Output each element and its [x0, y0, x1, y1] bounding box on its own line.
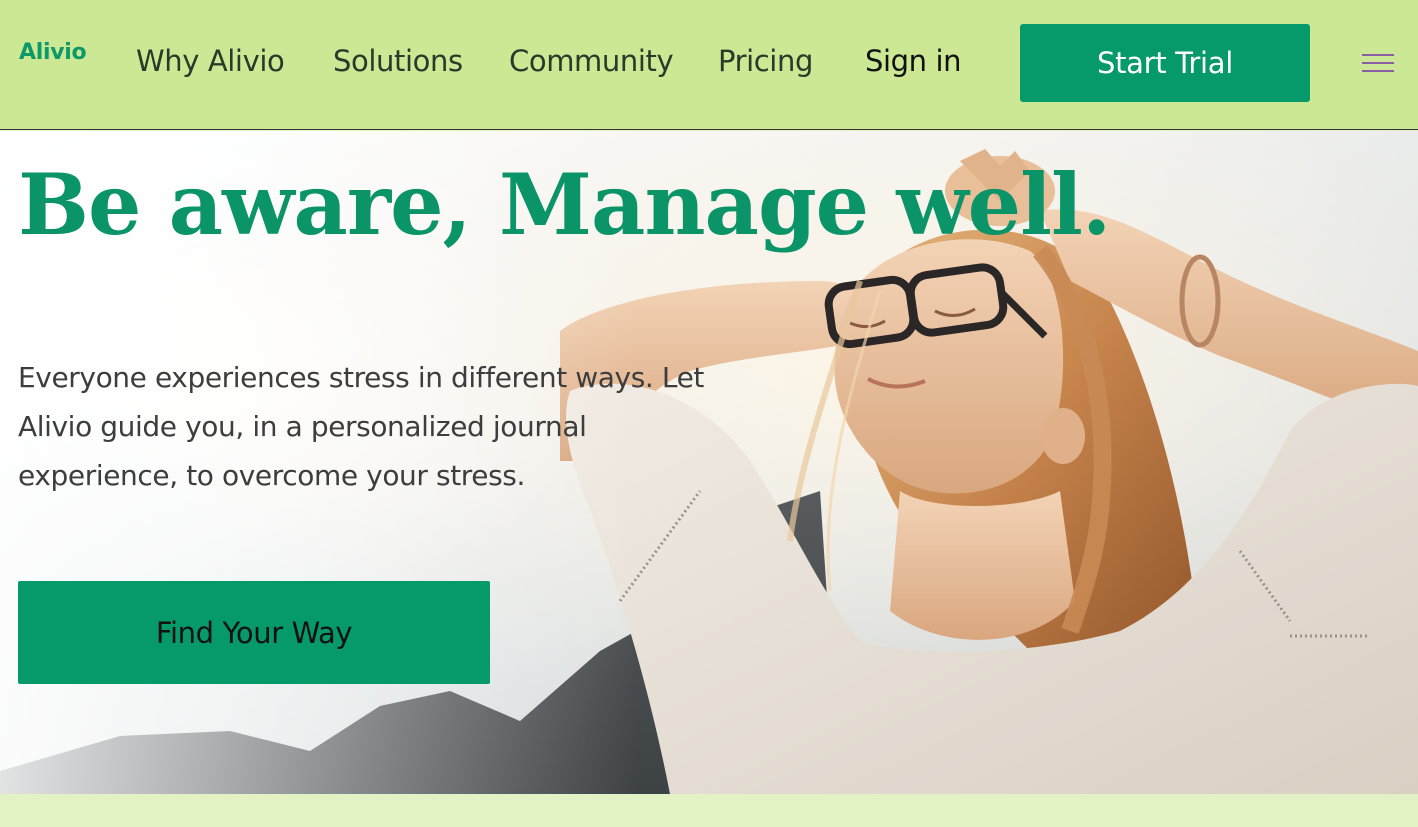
hero-title: Be aware, Manage well. [18, 155, 1111, 254]
hero-section: Be aware, Manage well. Everyone experien… [0, 131, 1418, 794]
nav-solutions[interactable]: Solutions [333, 44, 463, 78]
logo[interactable]: Alivio [19, 40, 87, 65]
menu-bar [1362, 54, 1394, 56]
nav-community[interactable]: Community [509, 44, 674, 78]
hero-description: Everyone experiences stress in different… [18, 361, 705, 492]
find-your-way-button[interactable]: Find Your Way [18, 581, 490, 684]
menu-bar [1362, 70, 1394, 72]
bottom-strip [0, 794, 1418, 827]
hamburger-menu-icon[interactable] [1360, 48, 1396, 78]
nav-why-alivio[interactable]: Why Alivio [136, 44, 285, 78]
site-header: Alivio Why Alivio Solutions Community Pr… [0, 0, 1418, 130]
nav-pricing[interactable]: Pricing [718, 44, 813, 78]
menu-bar [1362, 62, 1394, 64]
sign-in-link[interactable]: Sign in [865, 44, 962, 78]
start-trial-button[interactable]: Start Trial [1020, 24, 1310, 102]
